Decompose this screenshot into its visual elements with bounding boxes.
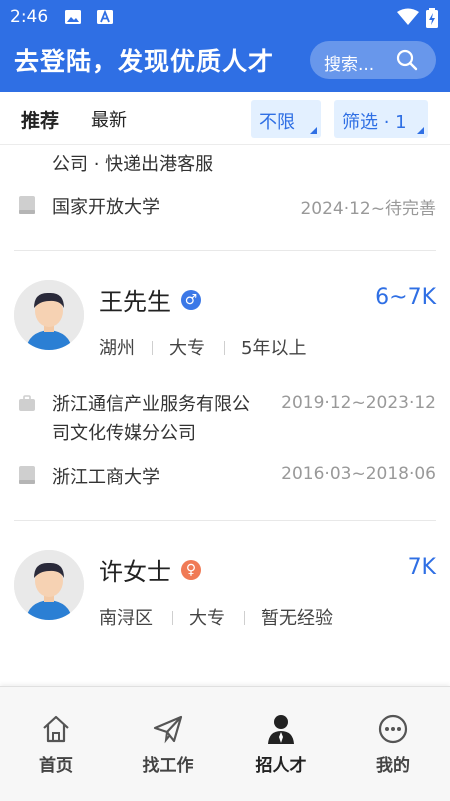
candidate-degree: 大专: [169, 338, 205, 359]
header-title: 去登陆，发现优质人才: [14, 47, 275, 76]
candidate-location: 湖州: [99, 338, 135, 359]
nav-mine-label: 我的: [376, 756, 410, 776]
education-book-icon: [19, 466, 35, 484]
candidate-name: 王先生: [99, 288, 171, 316]
screen-filter-label: 筛选 · 1: [342, 112, 407, 133]
recruit-person-icon: [268, 715, 294, 744]
education-period: 2024·12~待完善: [300, 199, 436, 219]
nav-home-label: 首页: [39, 756, 73, 776]
app-header: 去登陆，发现优质人才 搜索...: [0, 34, 450, 92]
battery-icon: [426, 8, 438, 28]
salary-range: 7K: [407, 555, 436, 580]
male-gender-icon: ♂: [181, 290, 201, 310]
region-filter-label: 不限: [259, 112, 295, 133]
search-box[interactable]: 搜索...: [310, 41, 436, 79]
briefcase-icon: [19, 395, 35, 411]
search-placeholder: 搜索...: [324, 55, 375, 75]
nav-home[interactable]: 首页: [0, 687, 112, 801]
nav-recruit[interactable]: 招人才: [225, 687, 337, 801]
school-name: 浙江工商大学: [52, 467, 160, 488]
screen-filter-dropdown[interactable]: 筛选 · 1: [334, 100, 428, 138]
candidate-name: 许女士: [99, 558, 171, 586]
home-icon: [43, 715, 69, 743]
candidate-degree: 大专: [189, 608, 225, 629]
status-bar: 2:46: [0, 0, 450, 34]
dropdown-corner-icon: [417, 127, 424, 134]
divider: [14, 250, 436, 251]
avatar: [14, 550, 84, 620]
female-gender-icon: ♀: [181, 560, 201, 580]
meta-separator: [224, 341, 225, 355]
work-company-line-2: 司文化传媒分公司: [52, 423, 196, 444]
meta-separator: [244, 611, 245, 625]
nav-mine[interactable]: 我的: [337, 687, 449, 801]
nav-find-job-label: 找工作: [142, 756, 194, 776]
tab-bar: 推荐 最新 不限 筛选 · 1: [0, 92, 450, 145]
school-name: 国家开放大学: [52, 197, 160, 218]
education-book-icon: [19, 196, 35, 214]
translate-notification-icon: [97, 9, 113, 24]
image-notification-icon: [65, 10, 81, 24]
default-avatar-illustration: [14, 550, 84, 620]
wifi-icon: [397, 8, 419, 25]
education-period: 2016·03~2018·06: [281, 464, 436, 484]
tab-latest[interactable]: 最新: [91, 106, 127, 132]
work-period: 2019·12~2023·12: [281, 393, 436, 413]
candidate-location: 南浔区: [99, 608, 153, 629]
paper-plane-icon: [153, 715, 183, 744]
status-time: 2:46: [10, 7, 49, 27]
region-filter-dropdown[interactable]: 不限: [251, 100, 321, 138]
candidate-experience-years: 5年以上: [241, 338, 307, 359]
work-company-line-1: 浙江通信产业服务有限公: [52, 394, 250, 415]
avatar: [14, 280, 84, 350]
tab-recommended[interactable]: 推荐: [21, 106, 59, 133]
dropdown-corner-icon: [310, 127, 317, 134]
male-avatar-illustration: [14, 280, 84, 350]
nav-find-job[interactable]: 找工作: [112, 687, 224, 801]
nav-recruit-label: 招人才: [255, 756, 307, 776]
bottom-navigation: 首页 找工作 招人才 我的: [0, 686, 450, 801]
candidate-list: 公司 · 快递出港客服 国家开放大学 2024·12~待完善 王先生 ♂ 6~7…: [0, 145, 450, 685]
salary-range: 6~7K: [375, 285, 436, 310]
candidate-experience-years: 暂无经验: [261, 608, 333, 629]
divider: [14, 520, 436, 521]
search-icon[interactable]: [396, 49, 418, 71]
work-experience-tail: 公司 · 快递出港客服: [52, 154, 214, 175]
profile-dots-icon: [378, 714, 408, 744]
meta-separator: [152, 341, 153, 355]
meta-separator: [172, 611, 173, 625]
work-company: 浙江通信产业服务有限公 司文化传媒分公司: [52, 390, 274, 448]
